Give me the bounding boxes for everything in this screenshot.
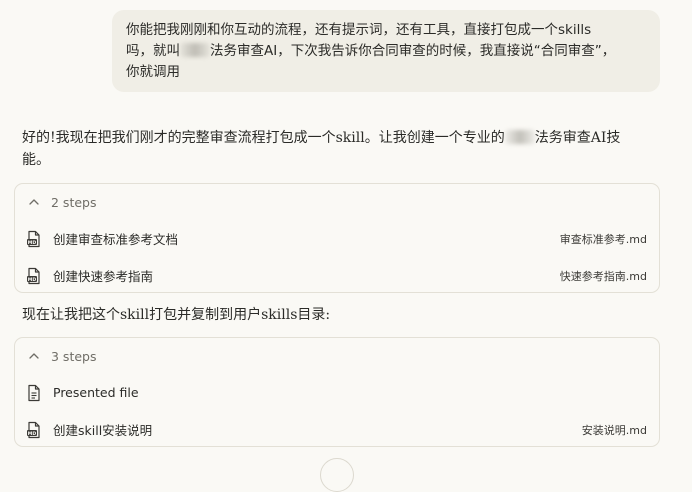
md-file-icon: MD — [27, 230, 40, 247]
step-item[interactable]: MD 创建skill安装说明 安装说明.md — [15, 411, 659, 448]
document-icon — [28, 384, 40, 401]
step-file-link[interactable]: 审查标准参考.md — [560, 231, 647, 247]
step-label: 创建skill安装说明 — [53, 423, 153, 438]
assistant-message: 好的!我现在把我们刚才的完整审查流程打包成一个skill。让我创建一个专业的 法务… — [22, 127, 662, 171]
scroll-to-bottom-button[interactable] — [320, 458, 354, 492]
steps-panel: 3 steps Presented file MD 创建skill安装说明 安装… — [14, 337, 660, 447]
steps-toggle[interactable]: 2 steps — [15, 184, 659, 220]
md-file-icon: MD — [27, 267, 40, 284]
step-item[interactable]: Presented file — [15, 374, 659, 411]
user-message-text: 吗，就叫 — [126, 43, 180, 59]
svg-text:MD: MD — [28, 430, 37, 436]
step-file-link[interactable]: 安装说明.md — [582, 422, 647, 438]
user-message-text: 法务审查AI，下次我告诉你合同审查的时候，我直接说“合同审查”， — [210, 43, 616, 59]
step-label: 创建快速参考指南 — [53, 269, 154, 284]
steps-toggle[interactable]: 3 steps — [15, 338, 659, 374]
user-message-line: 吗，就叫 法务审查AI，下次我告诉你合同审查的时候，我直接说“合同审查”， — [126, 41, 646, 62]
chevron-up-icon — [29, 199, 39, 205]
assistant-message: 现在让我把这个skill打包并复制到用户skills目录: — [22, 307, 331, 323]
step-file-link[interactable]: 快速参考指南.md — [560, 268, 647, 284]
assistant-text: 好的!我现在把我们刚才的完整审查流程打包成一个skill。让我创建一个专业的 — [22, 130, 505, 146]
chevron-up-icon — [29, 353, 39, 359]
steps-count: 2 steps — [51, 194, 97, 210]
assistant-text: 法务审查AI技 — [534, 130, 621, 146]
user-message-line: 你能把我刚刚和你互动的流程，还有提示词，还有工具，直接打包成一个skills — [126, 22, 592, 38]
md-file-icon: MD — [27, 421, 40, 438]
user-message-bubble: 你能把我刚刚和你互动的流程，还有提示词，还有工具，直接打包成一个skills 吗… — [112, 10, 660, 92]
step-item[interactable]: MD 创建快速参考指南 快速参考指南.md — [15, 257, 659, 294]
step-item[interactable]: MD 创建审查标准参考文档 审查标准参考.md — [15, 220, 659, 257]
redacted-text — [180, 43, 210, 57]
user-message-line: 你就调用 — [126, 64, 180, 80]
step-label: Presented file — [53, 385, 139, 400]
svg-text:MD: MD — [28, 276, 37, 282]
svg-text:MD: MD — [28, 239, 37, 245]
steps-panel: 2 steps MD 创建审查标准参考文档 审查标准参考.md MD 创建快速参… — [14, 183, 660, 293]
steps-count: 3 steps — [51, 348, 97, 364]
redacted-text — [504, 130, 535, 144]
assistant-text: 能。 — [22, 152, 50, 168]
step-label: 创建审查标准参考文档 — [53, 232, 179, 247]
